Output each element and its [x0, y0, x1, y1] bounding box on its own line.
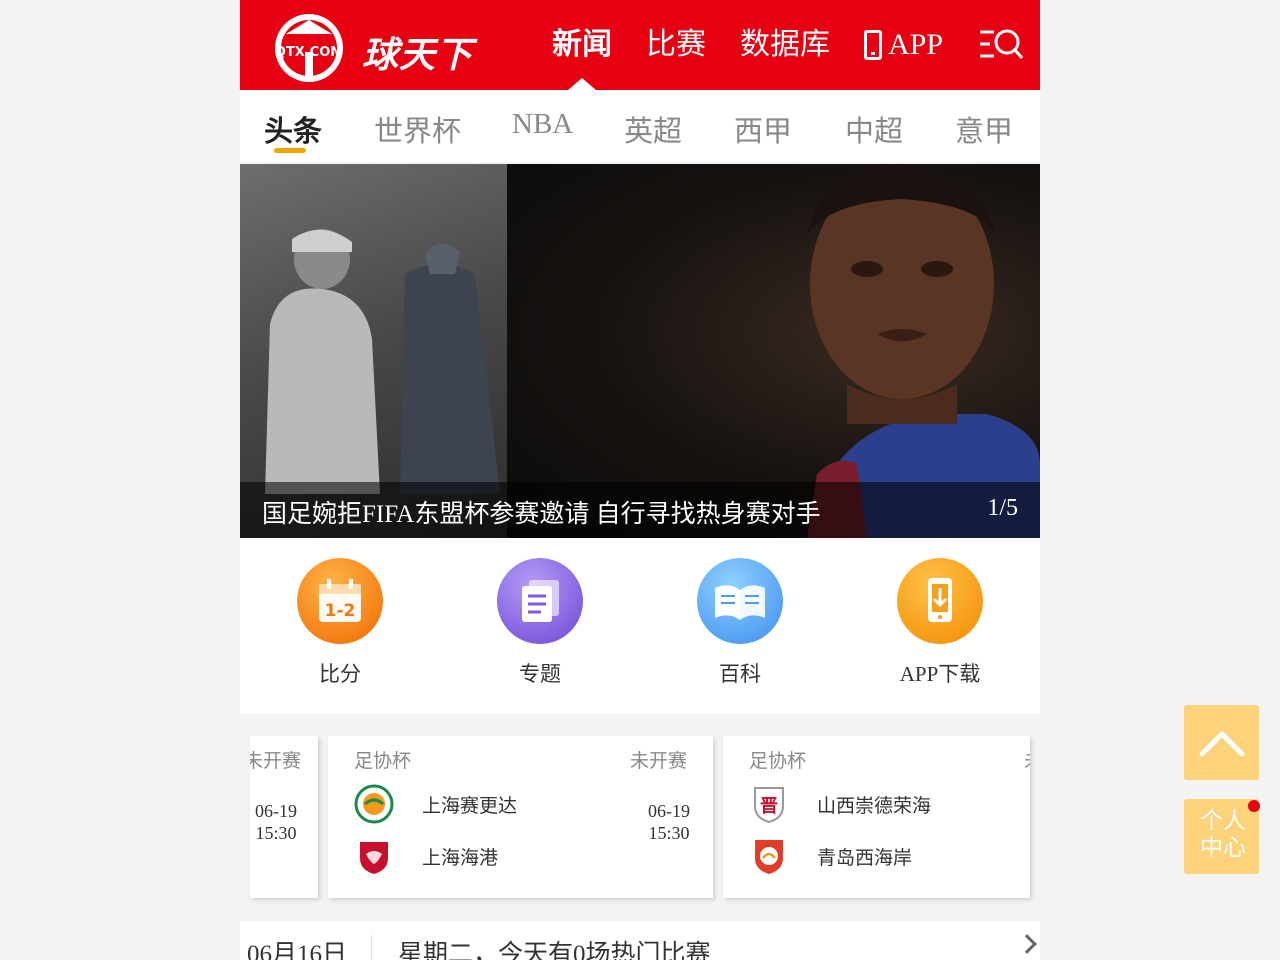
quick-link-label: 百科 — [719, 662, 761, 686]
tab-csl[interactable]: 中超 — [845, 108, 903, 150]
team-badge-icon — [755, 840, 783, 874]
match-date: 06-19 — [648, 801, 690, 821]
svg-text:晋: 晋 — [760, 796, 778, 817]
match-time: 15:30 — [255, 823, 297, 843]
nav-matches[interactable]: 比赛 — [646, 0, 706, 90]
active-tab-indicator — [274, 148, 306, 153]
quick-link-label: APP下载 — [899, 662, 981, 686]
back-to-top-button[interactable] — [1184, 705, 1259, 780]
away-team: 青岛西海岸 — [749, 836, 912, 876]
hot-match-summary: 星期二，今天有0场热门比赛 — [398, 941, 711, 960]
nav-database[interactable]: 数据库 — [740, 0, 830, 90]
tab-world-cup[interactable]: 世界杯 — [374, 108, 461, 150]
match-status: 未开赛 — [630, 751, 688, 772]
svg-text:1-2: 1-2 — [325, 601, 356, 621]
match-kickoff: 06-19 15:30 — [255, 800, 297, 844]
team-name: 上海海港 — [422, 847, 499, 869]
tab-premier-league[interactable]: 英超 — [624, 108, 682, 150]
user-center-label: 个人中心 — [1200, 808, 1246, 860]
brand-name: 球天下 — [362, 35, 474, 76]
tab-serie-a[interactable]: 意甲 — [955, 108, 1013, 150]
home-team: 晋 山西崇德荣海 — [749, 784, 931, 824]
match-card[interactable]: 足协杯 未开赛 上海赛更达 上海海港 06-19 15:30 — [328, 736, 713, 898]
phone-icon — [864, 30, 882, 60]
current-date: 06月16日 — [247, 941, 348, 960]
match-time: 15:30 — [648, 823, 690, 843]
team-name: 山西崇德荣海 — [817, 795, 932, 817]
svg-text:QTX.COM: QTX.COM — [275, 45, 343, 60]
date-divider — [371, 935, 372, 960]
tab-nba[interactable]: NBA — [512, 108, 573, 141]
home-team: 上海赛更达 — [354, 784, 517, 824]
open-book-icon — [697, 558, 783, 644]
match-status: 未开赛 — [250, 751, 302, 772]
documents-icon — [497, 558, 583, 644]
banner-caption[interactable]: 国足婉拒FIFA东盟杯参赛邀请 自行寻找热身赛对手 — [262, 494, 821, 530]
match-date: 06-19 — [255, 801, 297, 821]
team-name: 青岛西海岸 — [817, 847, 913, 869]
quick-link-encyclopedia[interactable]: 百科 — [640, 558, 840, 688]
banner-page-indicator: 1/5 — [987, 495, 1018, 521]
category-tabs: 头条 世界杯 NBA 英超 西甲 中超 意甲 — [240, 90, 1040, 162]
banner-caption-bar: 国足婉拒FIFA东盟杯参赛邀请 自行寻找热身赛对手 1/5 — [240, 482, 1040, 538]
tab-la-liga[interactable]: 西甲 — [734, 108, 792, 150]
match-status: 未 — [1024, 746, 1030, 773]
menu-search-icon[interactable] — [978, 26, 1024, 64]
main-nav: 新闻 比赛 数据库 APP — [552, 0, 977, 90]
chevron-right-icon[interactable] — [1017, 934, 1037, 954]
match-league: 足协杯 — [354, 751, 412, 772]
quick-link-topics[interactable]: 专题 — [440, 558, 640, 688]
nav-app-label: APP — [888, 28, 944, 61]
nav-app[interactable]: APP — [864, 0, 943, 90]
qtx-logo[interactable]: QTX.COM — [268, 12, 350, 84]
quick-links: 1-2 比分 专题 百科 APP下载 — [240, 538, 1040, 714]
match-kickoff: 06-19 15:30 — [648, 800, 690, 844]
headline-carousel[interactable]: 国足婉拒FIFA东盟杯参赛邀请 自行寻找热身赛对手 1/5 — [240, 164, 1040, 538]
match-league: 足协杯 — [749, 751, 807, 772]
user-center-button[interactable]: 个人中心 — [1184, 799, 1260, 874]
notification-dot — [1248, 800, 1260, 812]
away-team: 上海海港 — [354, 836, 498, 876]
calendar-score-icon: 1-2 — [297, 558, 383, 644]
match-card[interactable]: 足协杯 未 晋 山西崇德荣海 青岛西海岸 — [723, 736, 1030, 898]
phone-download-icon — [897, 558, 983, 644]
team-badge-icon: 晋 — [754, 787, 784, 824]
team-badge-icon — [354, 784, 394, 824]
team-name: 上海赛更达 — [422, 795, 518, 817]
date-bar[interactable]: 06月16日 星期二，今天有0场热门比赛 — [240, 921, 1040, 960]
quick-link-app-download[interactable]: APP下载 — [840, 558, 1040, 688]
quick-link-scores[interactable]: 1-2 比分 — [240, 558, 440, 688]
team-badge-icon — [360, 842, 388, 874]
tab-headlines[interactable]: 头条 — [264, 108, 322, 150]
match-carousel[interactable]: 未开赛 06-19 15:30 足协杯 未开赛 上海赛更达 上海海港 06-19… — [240, 736, 1040, 900]
quick-link-label: 比分 — [319, 662, 361, 686]
top-header: QTX.COM 球天下 新闻 比赛 数据库 APP — [240, 0, 1040, 90]
chevron-up-icon — [1199, 731, 1244, 756]
match-card[interactable]: 未开赛 06-19 15:30 — [250, 736, 318, 898]
page: QTX.COM 球天下 新闻 比赛 数据库 APP 头条 世界杯 NBA 英超 … — [240, 0, 1040, 960]
quick-link-label: 专题 — [519, 662, 561, 686]
nav-news[interactable]: 新闻 — [552, 0, 612, 90]
